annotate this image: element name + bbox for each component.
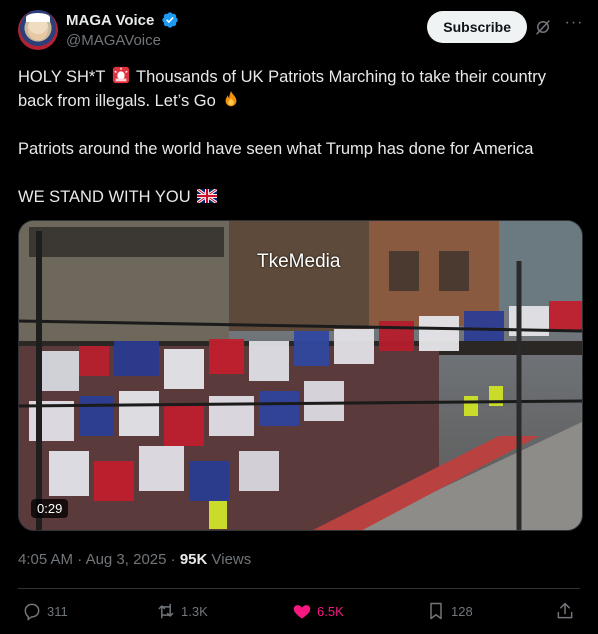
tweet-text: HOLY SH*T Thousands of UK Patriots March…: [18, 65, 580, 209]
author-block: MAGA Voice @MAGAVoice: [66, 11, 179, 49]
verified-badge-icon: [162, 12, 178, 28]
reply-button[interactable]: 311: [22, 598, 68, 624]
tweet-header: MAGA Voice @MAGAVoice Subscribe ···: [18, 10, 584, 54]
meta-separator: ·: [170, 551, 176, 568]
siren-emoji-icon: [112, 66, 129, 84]
like-count: 6.5K: [317, 603, 344, 619]
tweet-paragraph-1: HOLY SH*T Thousands of UK Patriots March…: [18, 65, 580, 113]
views-count: 95K: [179, 551, 208, 568]
video-watermark: TkeMedia: [257, 251, 341, 272]
share-button[interactable]: [555, 598, 580, 624]
tweet-meta: 4:05 AM · Aug 3, 2025 · 95K Views: [18, 551, 251, 568]
meta-separator: ·: [77, 551, 83, 568]
author-handle[interactable]: @MAGAVoice: [66, 32, 179, 49]
fire-emoji-icon: [225, 90, 237, 107]
repost-button[interactable]: 1.3K: [156, 598, 208, 624]
uk-flag-emoji-icon: [197, 189, 218, 203]
subscribe-button[interactable]: Subscribe: [427, 11, 527, 43]
reply-count: 311: [47, 603, 68, 619]
tweet-paragraph-3: WE STAND WITH YOU: [18, 185, 580, 209]
divider: [18, 588, 580, 589]
video-duration-badge: 0:29: [31, 499, 69, 518]
bookmark-icon: [430, 602, 442, 620]
heart-icon: [293, 605, 311, 619]
views-label: Views: [211, 551, 252, 568]
video-player[interactable]: TkeMedia 0:29: [18, 220, 583, 531]
tweet-date[interactable]: Aug 3, 2025: [86, 551, 167, 568]
repost-icon: [158, 603, 174, 619]
bookmark-count: 128: [451, 603, 473, 619]
tweet-actions: 311 1.3K 6.5K 128: [18, 598, 582, 624]
like-button[interactable]: 6.5K: [292, 598, 344, 624]
avatar[interactable]: [18, 10, 58, 50]
bookmark-button[interactable]: 128: [426, 598, 473, 624]
tweet-text-segment: WE STAND WITH YOU: [18, 188, 191, 206]
author-display-name[interactable]: MAGA Voice: [66, 12, 154, 29]
reply-icon: [24, 603, 40, 621]
tweet-text-segment: HOLY SH*T: [18, 68, 106, 86]
tweet-time[interactable]: 4:05 AM: [18, 551, 73, 568]
share-icon: [557, 602, 573, 619]
grok-icon[interactable]: [534, 18, 552, 36]
more-options-icon[interactable]: ···: [564, 15, 584, 36]
tweet-paragraph-2: Patriots around the world have seen what…: [18, 140, 534, 158]
repost-count: 1.3K: [181, 603, 208, 619]
